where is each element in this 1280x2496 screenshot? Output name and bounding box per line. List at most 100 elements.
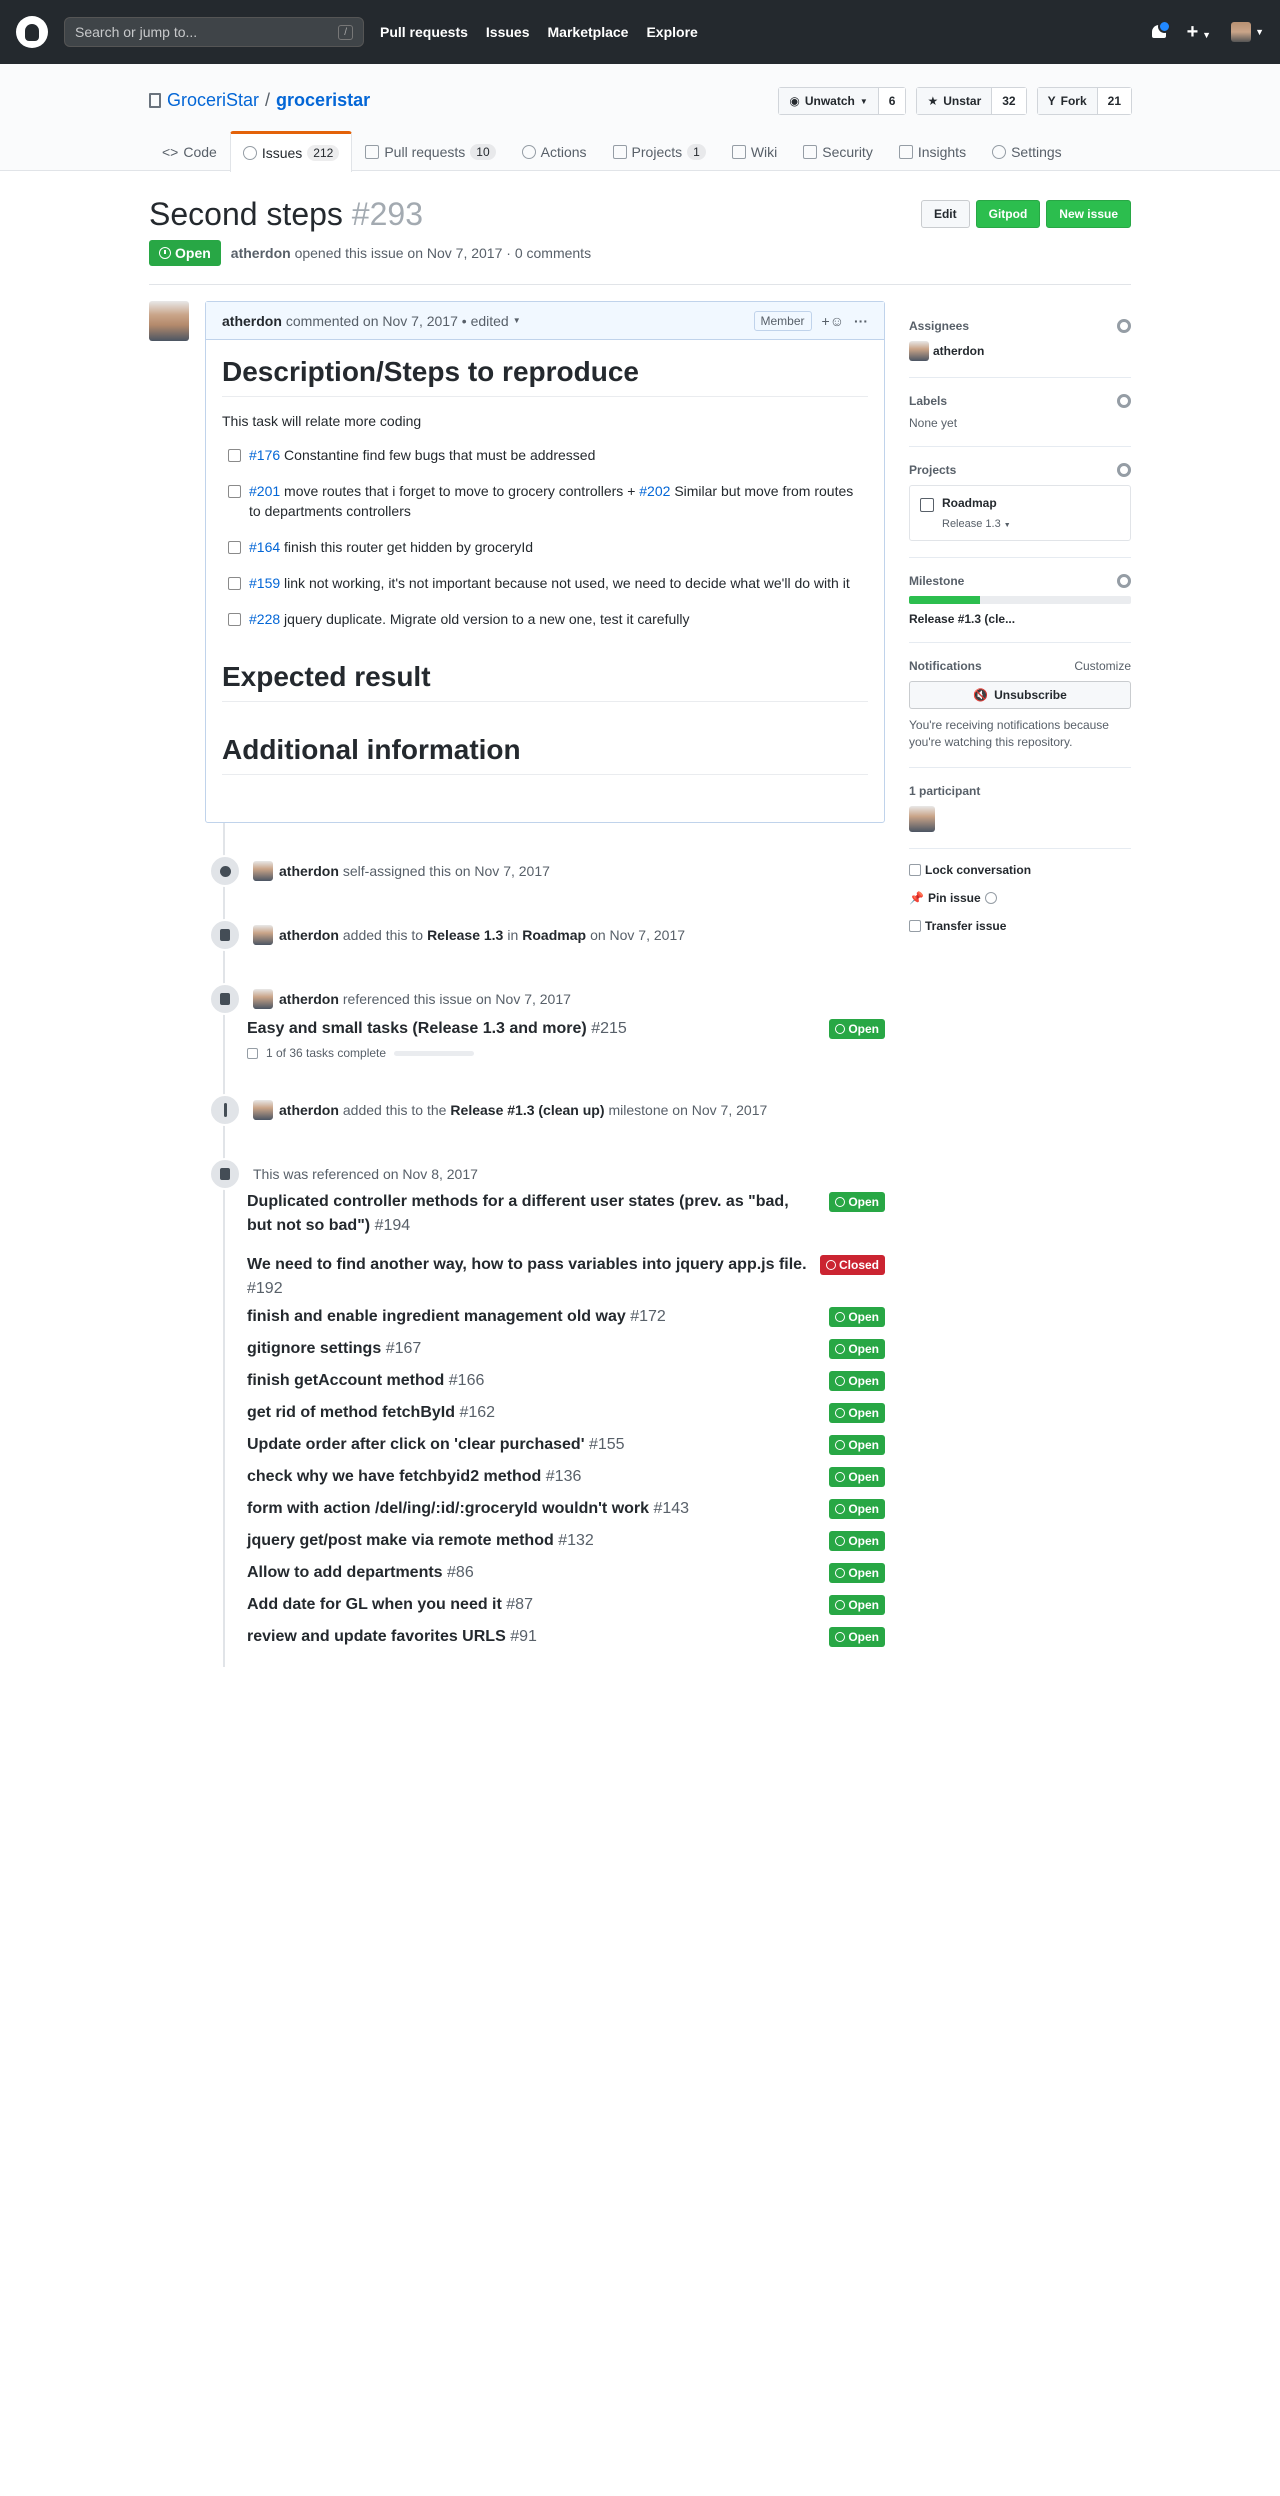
- nav-marketplace[interactable]: Marketplace: [548, 24, 629, 40]
- lock-conversation-link[interactable]: Lock conversation: [909, 863, 1131, 877]
- gear-icon[interactable]: [1117, 394, 1131, 408]
- more-options-icon[interactable]: ···: [854, 313, 868, 329]
- avatar[interactable]: [253, 925, 273, 945]
- reference-row: gitignore settings #167 Open: [247, 1337, 885, 1361]
- avatar[interactable]: [909, 806, 935, 832]
- tab-actions[interactable]: Actions: [509, 131, 600, 171]
- user-menu[interactable]: ▼: [1231, 22, 1264, 42]
- status-badge: Open: [829, 1019, 885, 1039]
- reference-title[interactable]: Update order after click on 'clear purch…: [247, 1433, 625, 1457]
- project-name[interactable]: Roadmap: [942, 496, 1011, 510]
- sidebar-labels: Labels None yet: [909, 378, 1131, 447]
- task-ref-link[interactable]: #176: [249, 447, 280, 463]
- comment-header: atherdon commented on Nov 7, 2017 • edit…: [206, 302, 884, 340]
- star-count[interactable]: 32: [992, 88, 1026, 114]
- nav-pull-requests[interactable]: Pull requests: [380, 24, 468, 40]
- reference-title[interactable]: finish and enable ingredient management …: [247, 1305, 666, 1329]
- pin-issue-link[interactable]: 📌 Pin issue: [909, 891, 1131, 905]
- create-new-menu[interactable]: + ▼: [1187, 21, 1212, 44]
- task-checkbox[interactable]: [228, 485, 241, 498]
- task-checkbox[interactable]: [228, 449, 241, 462]
- task-item: #176 Constantine find few bugs that must…: [228, 445, 868, 465]
- event-user[interactable]: atherdon: [279, 1102, 339, 1118]
- unstar-button[interactable]: ★ Unstar: [917, 88, 993, 114]
- person-glyph: [219, 865, 231, 877]
- new-issue-button[interactable]: New issue: [1046, 200, 1131, 228]
- tab-security[interactable]: Security: [790, 131, 886, 171]
- reference-title[interactable]: gitignore settings #167: [247, 1337, 421, 1361]
- project-column[interactable]: Release 1.3: [942, 518, 1001, 530]
- github-logo-icon[interactable]: [16, 16, 48, 48]
- comment-meta[interactable]: commented on Nov 7, 2017 • edited: [286, 313, 509, 329]
- task-ref-link[interactable]: #202: [639, 483, 670, 499]
- project-card[interactable]: Roadmap Release 1.3 ▼: [909, 485, 1131, 541]
- add-reaction-icon[interactable]: +☺: [822, 313, 844, 329]
- reference-title[interactable]: We need to find another way, how to pass…: [247, 1253, 807, 1301]
- reference-title[interactable]: Add date for GL when you need it #87: [247, 1593, 533, 1617]
- nav-issues[interactable]: Issues: [486, 24, 530, 40]
- gear-icon[interactable]: [1117, 463, 1131, 477]
- tab-wiki[interactable]: Wiki: [719, 131, 790, 171]
- tab-issues[interactable]: Issues 212: [229, 131, 353, 172]
- event-user[interactable]: atherdon: [279, 991, 339, 1007]
- reference-title[interactable]: form with action /del/ing/:id/:groceryId…: [247, 1497, 689, 1521]
- repo-owner-link[interactable]: GroceriStar: [167, 90, 259, 111]
- edit-button[interactable]: Edit: [920, 200, 970, 228]
- tab-code[interactable]: <> Code: [149, 131, 230, 171]
- tab-settings[interactable]: Settings: [979, 131, 1075, 171]
- reference-title[interactable]: check why we have fetchbyid2 method #136: [247, 1465, 581, 1489]
- gear-icon[interactable]: [1117, 319, 1131, 333]
- lock-icon: [909, 864, 921, 876]
- reference-title[interactable]: jquery get/post make via remote method #…: [247, 1529, 594, 1553]
- unstar-label: Unstar: [943, 94, 982, 108]
- task-ref-link[interactable]: #164: [249, 539, 280, 555]
- watch-count[interactable]: 6: [878, 88, 906, 114]
- star-icon: ★: [927, 94, 939, 108]
- tab-pull-requests[interactable]: Pull requests 10: [352, 131, 508, 171]
- task-ref-link[interactable]: #228: [249, 611, 280, 627]
- repo-name-link[interactable]: groceristar: [276, 90, 370, 111]
- task-checkbox[interactable]: [228, 577, 241, 590]
- project-link[interactable]: Roadmap: [522, 927, 586, 943]
- reference-number: #86: [447, 1564, 474, 1581]
- tab-insights[interactable]: Insights: [886, 131, 979, 171]
- event-user[interactable]: atherdon: [279, 927, 339, 943]
- customize-link[interactable]: Customize: [1074, 659, 1131, 673]
- search-input[interactable]: Search or jump to... /: [64, 17, 364, 47]
- gear-icon[interactable]: [1117, 574, 1131, 588]
- reference-title[interactable]: finish getAccount method #166: [247, 1369, 484, 1393]
- nav-explore[interactable]: Explore: [646, 24, 697, 40]
- task-ref-link[interactable]: #159: [249, 575, 280, 591]
- reference-title[interactable]: Allow to add departments #86: [247, 1561, 474, 1585]
- avatar[interactable]: [253, 861, 273, 881]
- milestone-link[interactable]: Release #1.3 (cle...: [909, 612, 1131, 626]
- issue-opened-icon: [835, 1408, 846, 1418]
- transfer-issue-link[interactable]: Transfer issue: [909, 919, 1131, 933]
- notifications-reason: You're receiving notifications because y…: [909, 718, 1109, 749]
- notifications-bell-icon[interactable]: [1151, 20, 1171, 41]
- status-badge: Open: [149, 240, 221, 266]
- fork-button[interactable]: Y Fork: [1037, 88, 1098, 114]
- avatar[interactable]: [149, 301, 189, 341]
- avatar[interactable]: [253, 1100, 273, 1120]
- assignee-name[interactable]: atherdon: [933, 344, 984, 358]
- reference-title[interactable]: Easy and small tasks (Release 1.3 and mo…: [247, 1017, 627, 1041]
- issue-author[interactable]: atherdon: [231, 245, 291, 261]
- avatar[interactable]: [253, 989, 273, 1009]
- task-checkbox[interactable]: [228, 613, 241, 626]
- fork-count[interactable]: 21: [1097, 88, 1131, 114]
- avatar[interactable]: [909, 341, 929, 361]
- milestone-link[interactable]: Release #1.3 (clean up): [450, 1102, 604, 1118]
- tab-projects[interactable]: Projects 1: [600, 131, 719, 171]
- gitpod-button[interactable]: Gitpod: [975, 200, 1041, 228]
- reference-title[interactable]: Duplicated controller methods for a diff…: [247, 1190, 807, 1238]
- task-ref-link[interactable]: #201: [249, 483, 280, 499]
- unsubscribe-button[interactable]: 🔇 Unsubscribe: [909, 681, 1131, 709]
- unwatch-button[interactable]: ◉ Unwatch ▼: [779, 88, 879, 114]
- comment-author[interactable]: atherdon: [222, 313, 282, 329]
- reference-title[interactable]: review and update favorites URLS #91: [247, 1625, 537, 1649]
- reference-title[interactable]: get rid of method fetchById #162: [247, 1401, 495, 1425]
- event-user[interactable]: atherdon: [279, 863, 339, 879]
- project-icon: [920, 498, 934, 512]
- task-checkbox[interactable]: [228, 541, 241, 554]
